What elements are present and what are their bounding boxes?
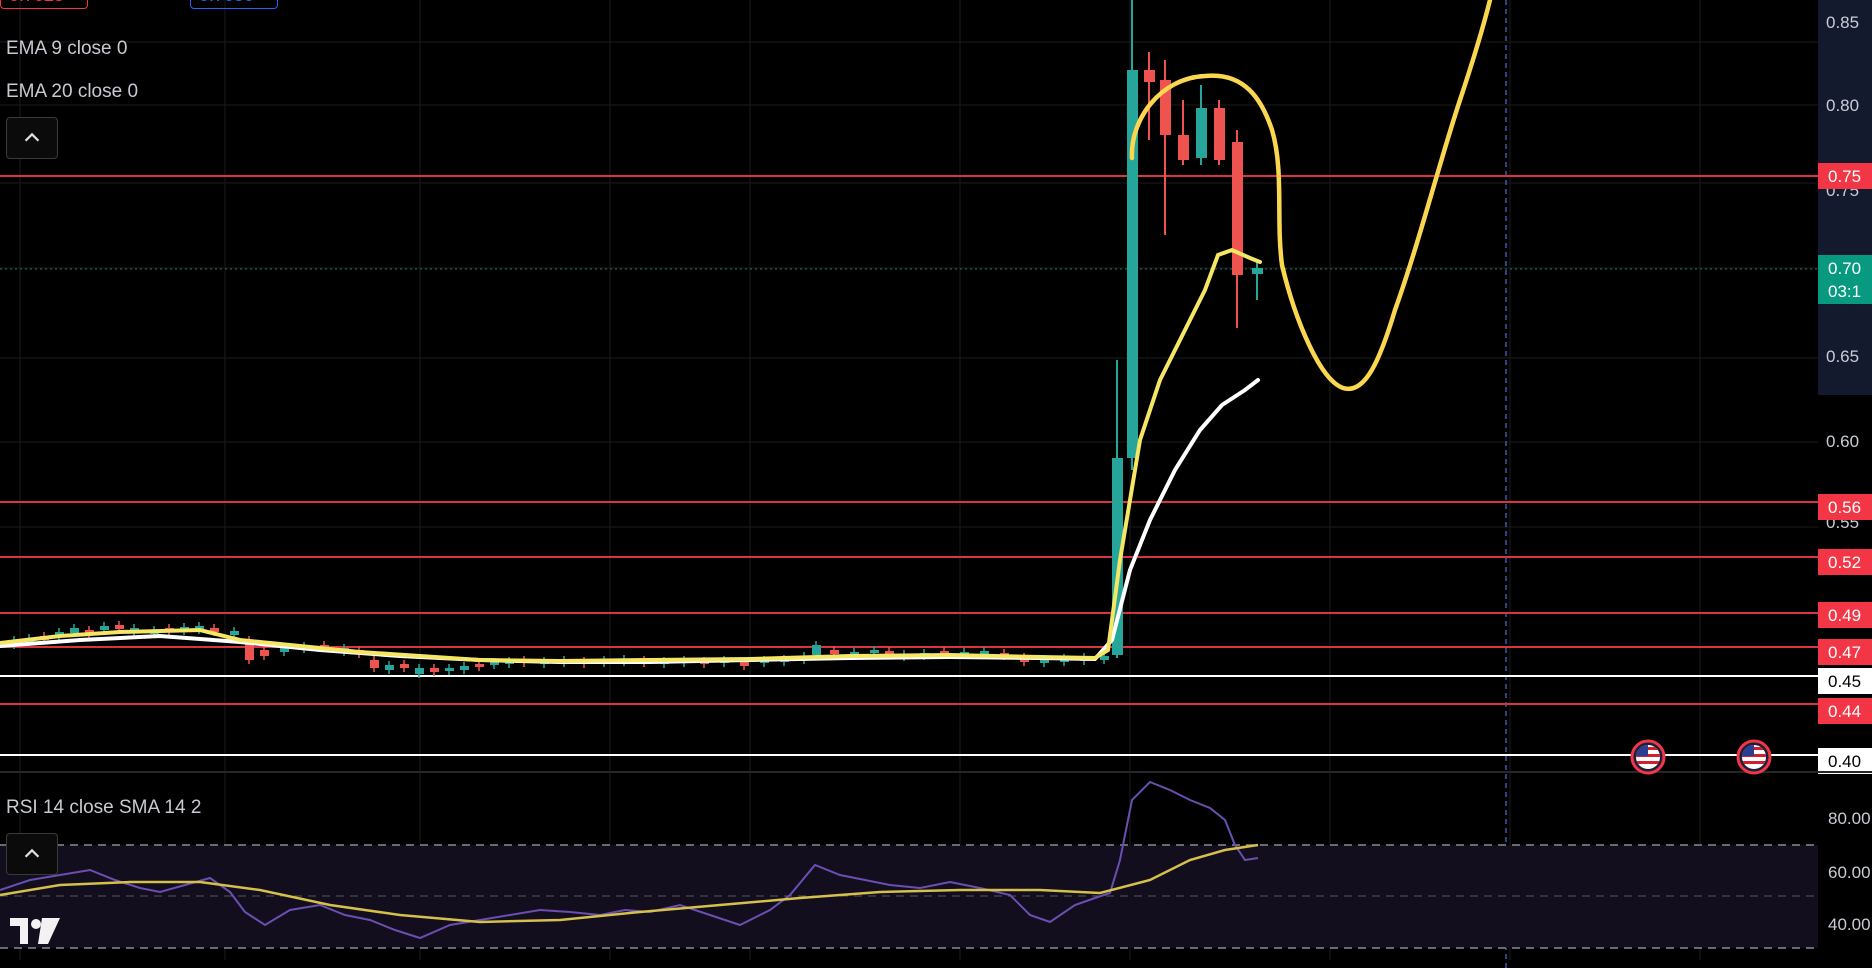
svg-text:03:1: 03:1 (1828, 282, 1861, 301)
ohlc-header: 0.7025 0.0001 0.7050 (0, 0, 278, 9)
svg-text:0.45: 0.45 (1828, 672, 1861, 691)
ema9-legend[interactable]: EMA 9 close 0 (6, 38, 127, 60)
rsi-legend-label: RSI 14 close SMA 14 2 (6, 797, 202, 818)
ask-value: 0.7050 (190, 0, 278, 9)
svg-text:0.44: 0.44 (1828, 702, 1861, 721)
horizontal-levels[interactable] (0, 175, 1818, 756)
bid-value: 0.7025 (0, 0, 88, 9)
price-tick-label: 0.85 (1826, 13, 1859, 32)
price-badge: 0.45 (1818, 668, 1872, 694)
svg-text:0.52: 0.52 (1828, 553, 1861, 572)
tradingview-logo-icon[interactable] (10, 916, 62, 951)
price-badge: 0.56 (1818, 494, 1872, 520)
ema9-line (0, 247, 1262, 664)
price-tick-label: 0.65 (1826, 347, 1859, 366)
collapse-rsi-legend-button[interactable] (6, 833, 58, 875)
us-flag-icon[interactable] (1630, 739, 1666, 775)
chevron-up-icon (24, 848, 40, 858)
svg-text:0.56: 0.56 (1828, 498, 1861, 517)
candles (10, 0, 1263, 678)
rsi-axis: 80.00 60.00 40.00 (1828, 809, 1871, 934)
price-badge: 0.49 (1818, 602, 1872, 628)
svg-text:0.40: 0.40 (1828, 752, 1861, 771)
svg-text:0.47: 0.47 (1828, 643, 1861, 662)
price-tick-label: 0.60 (1826, 432, 1859, 451)
price-badge: 03:1 (1818, 278, 1872, 304)
collapse-legend-button[interactable] (6, 117, 58, 159)
price-badge: 0.70 (1818, 255, 1872, 281)
rsi-tick-label: 40.00 (1828, 915, 1871, 934)
price-tick-label: 0.80 (1826, 96, 1859, 115)
ema20-line (0, 378, 1260, 664)
spread-value: 0.0001 (96, 0, 182, 9)
price-badge: 0.44 (1818, 698, 1872, 724)
chart-canvas[interactable]: 0.850.800.750.650.600.550.750.7003:10.56… (0, 0, 1872, 968)
svg-text:0.49: 0.49 (1828, 606, 1861, 625)
ema20-legend-label: EMA 20 close 0 (6, 81, 139, 102)
price-badge: 0.52 (1818, 549, 1872, 575)
rsi-tick-label: 60.00 (1828, 863, 1871, 882)
price-badge: 0.75 (1818, 163, 1872, 189)
price-badge: 0.47 (1818, 639, 1872, 665)
chevron-up-icon (24, 132, 40, 142)
rsi-tick-label: 80.00 (1828, 809, 1871, 828)
ema9-legend-label: EMA 9 close 0 (6, 38, 128, 59)
chart-grid (0, 0, 1818, 960)
svg-text:0.70: 0.70 (1828, 259, 1861, 278)
rsi-legend[interactable]: RSI 14 close SMA 14 2 (6, 797, 201, 819)
us-flag-icon[interactable] (1736, 739, 1772, 775)
price-badge: 0.40 (1818, 748, 1872, 774)
svg-text:0.75: 0.75 (1828, 167, 1861, 186)
ema20-legend[interactable]: EMA 20 close 0 (6, 81, 138, 103)
